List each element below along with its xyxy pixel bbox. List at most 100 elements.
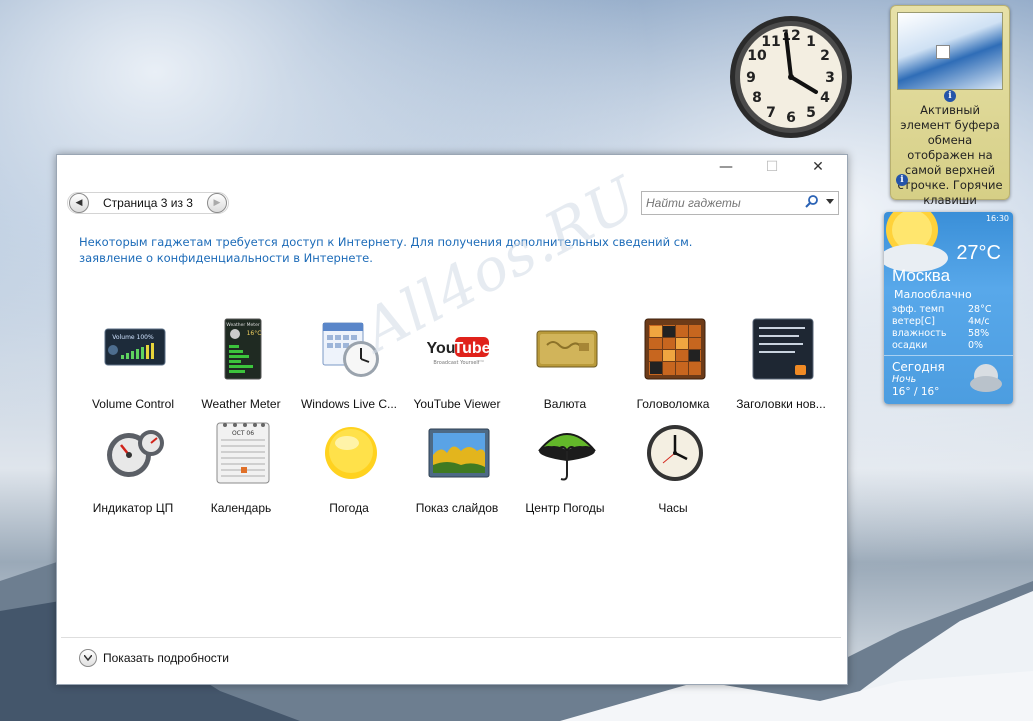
info-icon[interactable]: i: [944, 90, 956, 102]
svg-text:11: 11: [761, 34, 780, 50]
gadget-row: Индикатор ЦП ОСТ 06 Календарь Погода Пок…: [79, 421, 839, 525]
weather-city: Москва: [892, 266, 951, 285]
gadget-label: Заголовки нов...: [736, 397, 826, 411]
previous-page-button[interactable]: ◀: [69, 193, 89, 213]
cpu-meter-icon: [107, 430, 164, 477]
svg-text:16°C: 16°C: [247, 330, 262, 337]
svg-text:Volume 100%: Volume 100%: [112, 334, 154, 341]
gadget-weather[interactable]: Погода: [295, 421, 403, 521]
weather-night: Ночь: [892, 374, 917, 385]
weather-time: 16:30: [985, 214, 1009, 223]
minimize-button[interactable]: —: [703, 155, 749, 179]
news-headlines-icon: [752, 318, 814, 380]
arrow-left-icon: ◀: [75, 198, 83, 208]
footer-divider: [61, 637, 841, 638]
svg-text:You: You: [427, 340, 456, 357]
slideshow-icon: [428, 428, 490, 478]
currency-icon: [536, 330, 598, 368]
gadget-calendar[interactable]: ОСТ 06 Календарь: [187, 421, 295, 521]
gadget-label: Валюта: [543, 397, 587, 411]
gadget-label: Погода: [329, 501, 369, 515]
gadget-weather-meter[interactable]: Weather Meter 16°C Weather Meter: [187, 317, 295, 417]
desktop-clock-gadget[interactable]: 12 1 2 345 678 9 10 11: [728, 14, 854, 140]
moon-cloud-icon: [970, 364, 1002, 392]
weather-gadget[interactable]: 16:30 27°C Москва Малооблачно эфф. темп 2…: [884, 212, 1013, 404]
svg-text:ОСТ 06: ОСТ 06: [232, 430, 254, 437]
page-navigation: ◀ Страница 3 из 3 ▶: [67, 192, 229, 214]
svg-text:4: 4: [820, 90, 830, 106]
gadget-label: Windows Live C...: [300, 397, 398, 411]
gadget-label: Показ слайдов: [415, 501, 499, 515]
svg-text:Broadcast Yourself™: Broadcast Yourself™: [433, 360, 484, 366]
weather-divider: [884, 355, 1013, 356]
gadget-label: Центр Погоды: [525, 501, 605, 515]
gadget-label: Volume Control: [91, 397, 175, 411]
maximize-button[interactable]: ☐: [749, 155, 795, 179]
info-icon[interactable]: i: [896, 174, 908, 186]
gadget-news-headlines[interactable]: Заголовки нов...: [727, 317, 835, 417]
gadget-cpu-meter[interactable]: Индикатор ЦП: [79, 421, 187, 521]
clock-icon: [647, 425, 703, 481]
svg-text:7: 7: [766, 105, 776, 121]
gadget-youtube-viewer[interactable]: You Tube Broadcast Yourself™ YouTube Vie…: [403, 317, 511, 417]
internet-notice-link[interactable]: Некоторым гаджетам требуется доступ к Ин…: [79, 234, 719, 266]
clipboard-text: Активный элемент буфера обмена отображен…: [897, 103, 1003, 222]
svg-text:1: 1: [806, 34, 816, 50]
gadget-label: Индикатор ЦП: [92, 501, 174, 515]
page-label: Страница 3 из 3: [103, 196, 193, 210]
gadget-clock[interactable]: Часы: [619, 421, 727, 521]
next-page-button[interactable]: ▶: [207, 193, 227, 213]
weather-meter-icon: Weather Meter 16°C: [224, 318, 262, 380]
svg-text:8: 8: [752, 90, 762, 106]
clipboard-gadget[interactable]: i Активный элемент буфера обмена отображ…: [890, 5, 1010, 222]
chevron-down-icon: [79, 649, 97, 667]
sun-icon: [884, 212, 948, 272]
svg-text:3: 3: [825, 70, 835, 86]
gadget-label: YouTube Viewer: [413, 397, 501, 411]
weather-today: Сегодня: [892, 360, 945, 374]
weather-center-umbrella-icon: [538, 433, 596, 481]
svg-text:12: 12: [781, 28, 800, 44]
show-details-button[interactable]: Показать подробности: [79, 649, 229, 667]
weather-row: эфф. темп 28°C: [892, 304, 992, 315]
weather-range: 16° / 16°: [892, 386, 940, 398]
chevron-down-icon[interactable]: [826, 199, 834, 204]
gadget-gallery-window: — ☐ ✕ ◀ Страница 3 из 3 ▶ Некоторым гадж…: [56, 154, 848, 685]
calendar-clock-icon: [322, 322, 379, 377]
svg-text:10: 10: [747, 48, 767, 64]
weather-condition: Малооблачно: [894, 288, 972, 301]
gadget-windows-live-calendar[interactable]: Windows Live C...: [295, 317, 403, 417]
weather-sun-icon: [325, 427, 377, 479]
page-nav-box: ◀ Страница 3 из 3 ▶: [67, 192, 229, 214]
svg-text:2: 2: [820, 48, 830, 64]
gadget-label: Календарь: [210, 501, 272, 515]
puzzle-icon: [644, 318, 706, 380]
gadget-volume-control[interactable]: Volume 100% Volume Control: [79, 317, 187, 417]
svg-text:9: 9: [746, 70, 756, 86]
gadget-grid: Volume 100% Volume Control Weather Meter…: [79, 317, 839, 525]
close-button[interactable]: ✕: [795, 155, 841, 179]
gadget-label: Часы: [658, 501, 688, 515]
search-icon[interactable]: [804, 194, 820, 210]
gadget-slideshow[interactable]: Показ слайдов: [403, 421, 511, 521]
gadget-currency[interactable]: Валюта: [511, 317, 619, 417]
weather-row: осадки 0%: [892, 340, 984, 351]
calendar-icon: ОСТ 06: [216, 422, 270, 484]
gadget-puzzle[interactable]: Головоломка: [619, 317, 727, 417]
arrow-right-icon: ▶: [213, 198, 221, 208]
volume-control-icon: Volume 100%: [104, 328, 166, 366]
weather-row: влажность 58%: [892, 328, 990, 339]
svg-text:5: 5: [806, 105, 816, 121]
gadget-row: Volume 100% Volume Control Weather Meter…: [79, 317, 839, 421]
youtube-icon: You Tube Broadcast Yourself™: [427, 337, 491, 366]
weather-details: эфф. темп 28°C ветер[С] 4м/с влажность 58% …: [892, 304, 1008, 352]
weather-temperature: 27°C: [956, 242, 1001, 264]
clipboard-thumbnail: [897, 12, 1003, 90]
search-box: [641, 191, 839, 215]
gadget-weather-center[interactable]: Центр Погоды: [511, 421, 619, 521]
svg-text:6: 6: [786, 110, 796, 126]
clock-face-icon: 12 12 345 678 91011: [730, 16, 852, 138]
weather-row: ветер[С] 4м/с: [892, 316, 990, 327]
gadget-label: Weather Meter: [201, 397, 281, 411]
search-input[interactable]: [644, 194, 798, 212]
